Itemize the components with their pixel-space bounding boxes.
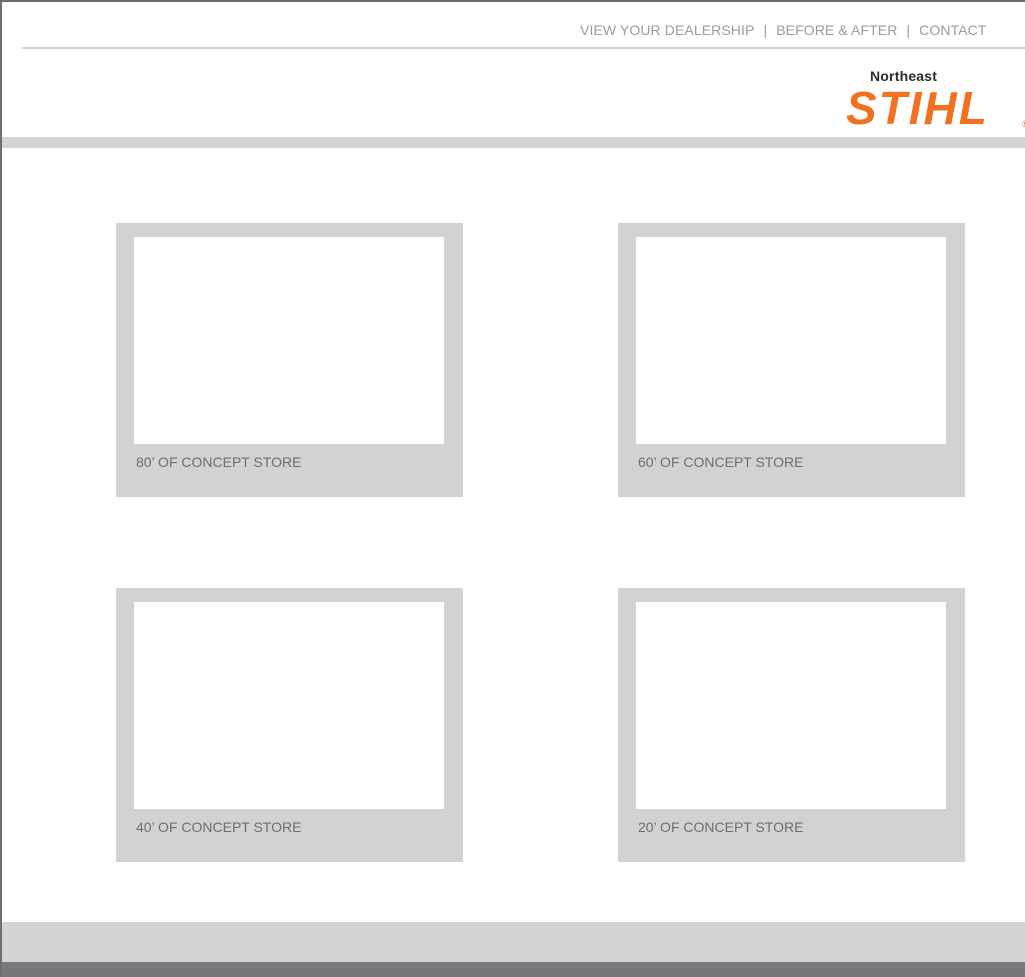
store-card-20[interactable]: 20’ OF CONCEPT STORE: [618, 588, 965, 862]
store-caption: 40’ OF CONCEPT STORE: [136, 819, 302, 835]
nav-contact[interactable]: CONTACT: [919, 22, 986, 38]
store-card-80[interactable]: 80’ OF CONCEPT STORE: [116, 223, 463, 497]
store-caption: 60’ OF CONCEPT STORE: [638, 454, 804, 470]
northeast-stihl-logo[interactable]: Northeast STIHL ®: [842, 66, 1025, 136]
page-frame: VIEW YOUR DEALERSHIP | BEFORE & AFTER | CONT…: [0, 0, 1025, 977]
store-photo[interactable]: [134, 237, 444, 444]
nav-separator: |: [763, 22, 768, 38]
header-band: [2, 137, 1025, 148]
footer-band: [2, 922, 1025, 962]
stihl-wordmark-text: STIHL: [846, 84, 989, 134]
store-photo[interactable]: [636, 237, 946, 444]
nav-before-after[interactable]: BEFORE & AFTER: [776, 22, 897, 38]
store-photo[interactable]: [636, 602, 946, 809]
nav-view-your-dealership[interactable]: VIEW YOUR DEALERSHIP: [580, 22, 754, 38]
store-photo[interactable]: [134, 602, 444, 809]
stihl-wordmark: STIHL ®: [846, 84, 1025, 134]
nav-separator: |: [906, 22, 911, 38]
logo-region-label: Northeast: [870, 68, 938, 84]
store-card-40[interactable]: 40’ OF CONCEPT STORE: [116, 588, 463, 862]
nav-divider: [22, 47, 1025, 49]
store-card-60[interactable]: 60’ OF CONCEPT STORE: [618, 223, 965, 497]
store-caption: 20’ OF CONCEPT STORE: [638, 819, 804, 835]
store-caption: 80’ OF CONCEPT STORE: [136, 454, 302, 470]
top-navigation: VIEW YOUR DEALERSHIP | BEFORE & AFTER | CONT…: [580, 22, 986, 38]
footer-bar: [2, 962, 1025, 977]
